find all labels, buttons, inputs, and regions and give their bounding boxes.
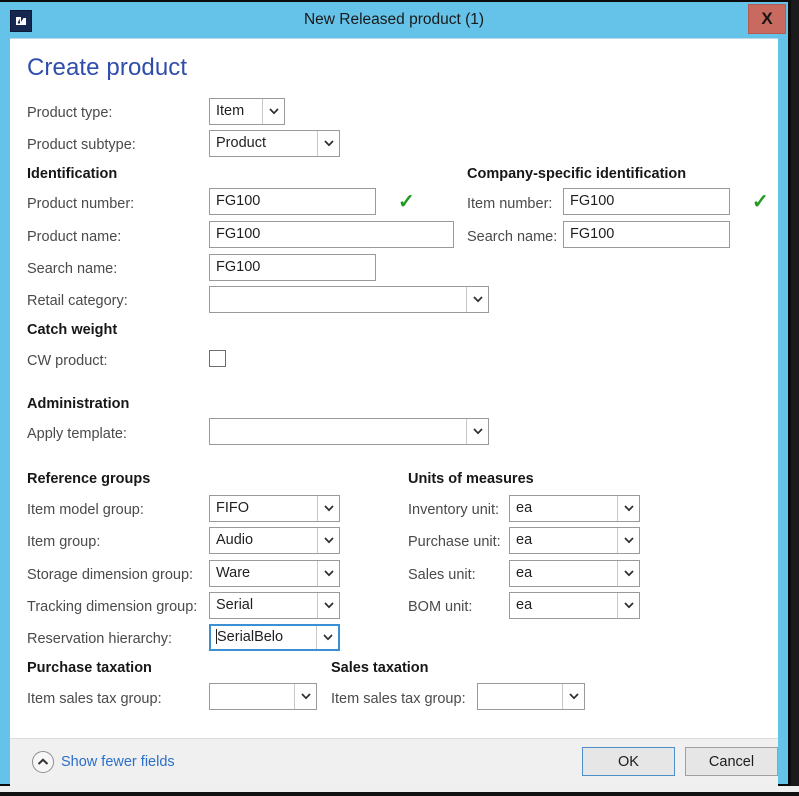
chevron-down-icon — [294, 684, 316, 709]
product-number-input[interactable]: FG100 — [209, 188, 376, 215]
bom-unit-combo[interactable]: ea — [509, 592, 640, 619]
tracking-dimension-group-value: Serial — [216, 597, 254, 613]
storage-dimension-group-combo[interactable]: Ware — [209, 560, 340, 587]
sales-taxation-heading: Sales taxation — [331, 660, 429, 676]
company-identification-heading: Company-specific identification — [467, 166, 687, 182]
product-subtype-value: Product — [216, 135, 266, 151]
chevron-down-icon — [466, 287, 488, 312]
cancel-button[interactable]: Cancel — [685, 747, 778, 776]
item-model-group-value: FIFO — [216, 500, 250, 516]
units-of-measures-heading: Units of measures — [408, 471, 534, 487]
page-title: Create product — [27, 54, 188, 81]
chevron-up-circle-icon — [32, 751, 54, 773]
tracking-dimension-group-label: Tracking dimension group: — [27, 599, 198, 615]
item-group-value: Audio — [216, 532, 254, 548]
chevron-down-icon — [617, 496, 639, 521]
purchase-unit-label: Purchase unit: — [408, 534, 501, 550]
product-type-value: Item — [216, 103, 245, 119]
search-name-label: Search name: — [27, 261, 118, 277]
inventory-unit-value: ea — [516, 500, 533, 516]
bom-unit-value: ea — [516, 597, 533, 613]
show-fewer-fields-button[interactable]: Show fewer fields — [32, 749, 175, 775]
tracking-dimension-group-combo[interactable]: Serial — [209, 592, 340, 619]
storage-dimension-group-label: Storage dimension group: — [27, 567, 194, 583]
show-fewer-fields-label: Show fewer fields — [61, 754, 175, 770]
inventory-unit-combo[interactable]: ea — [509, 495, 640, 522]
purchase-unit-combo[interactable]: ea — [509, 527, 640, 554]
ok-button[interactable]: OK — [582, 747, 675, 776]
product-type-combo[interactable]: Item — [209, 98, 285, 125]
sales-unit-label: Sales unit: — [408, 567, 476, 583]
bom-unit-label: BOM unit: — [408, 599, 473, 615]
product-type-label: Product type: — [27, 105, 113, 121]
background-taskbar-line — [0, 792, 799, 796]
purchase-taxation-heading: Purchase taxation — [27, 660, 152, 676]
inventory-unit-label: Inventory unit: — [408, 502, 500, 518]
purchase-item-sales-tax-group-combo[interactable] — [209, 683, 317, 710]
chevron-down-icon — [562, 684, 584, 709]
apply-template-label: Apply template: — [27, 426, 127, 442]
chevron-down-icon — [617, 528, 639, 553]
catch-weight-heading: Catch weight — [27, 322, 118, 338]
chevron-down-icon — [466, 419, 488, 444]
background-page-sliver — [0, 786, 799, 796]
chevron-down-icon — [317, 561, 339, 586]
cw-product-label: CW product: — [27, 353, 108, 369]
apply-template-combo[interactable] — [209, 418, 489, 445]
company-search-name-label: Search name: — [467, 229, 558, 245]
sales-item-sales-tax-group-label: Item sales tax group: — [331, 691, 466, 707]
dialog-titlebar[interactable]: New Released product (1) X — [0, 2, 788, 38]
storage-dimension-group-value: Ware — [216, 565, 251, 581]
new-released-product-dialog: New Released product (1) X Create produc… — [0, 0, 791, 786]
retail-category-label: Retail category: — [27, 293, 128, 309]
cw-product-checkbox[interactable] — [209, 350, 226, 367]
dialog-body: Create product Product type: Item Produc… — [10, 38, 778, 738]
chevron-down-icon — [617, 561, 639, 586]
close-icon[interactable]: X — [748, 4, 786, 34]
item-group-combo[interactable]: Audio — [209, 527, 340, 554]
product-subtype-combo[interactable]: Product — [209, 130, 340, 157]
chevron-down-icon — [262, 99, 284, 124]
reservation-hierarchy-combo[interactable]: SerialBelo — [209, 624, 340, 651]
chevron-down-icon — [316, 626, 338, 649]
item-group-label: Item group: — [27, 534, 101, 550]
identification-heading: Identification — [27, 166, 118, 182]
reservation-hierarchy-label: Reservation hierarchy: — [27, 631, 173, 647]
dialog-footer: Show fewer fields OK Cancel — [10, 738, 778, 786]
chevron-down-icon — [317, 496, 339, 521]
retail-category-combo[interactable] — [209, 286, 489, 313]
search-name-input[interactable]: FG100 — [209, 254, 376, 281]
item-number-valid-icon: ✓ — [752, 191, 769, 213]
sales-item-sales-tax-group-combo[interactable] — [477, 683, 585, 710]
product-name-label: Product name: — [27, 229, 122, 245]
chevron-down-icon — [617, 593, 639, 618]
product-number-valid-icon: ✓ — [398, 191, 415, 213]
item-model-group-label: Item model group: — [27, 502, 144, 518]
chevron-down-icon — [317, 131, 339, 156]
window-title: New Released product (1) — [303, 11, 485, 28]
reference-groups-heading: Reference groups — [27, 471, 151, 487]
sales-unit-combo[interactable]: ea — [509, 560, 640, 587]
item-model-group-combo[interactable]: FIFO — [209, 495, 340, 522]
reservation-hierarchy-value: SerialBelo — [216, 629, 284, 645]
chevron-down-icon — [317, 593, 339, 618]
purchase-item-sales-tax-group-label: Item sales tax group: — [27, 691, 162, 707]
product-number-label: Product number: — [27, 196, 135, 212]
item-number-label: Item number: — [467, 196, 553, 212]
product-name-input[interactable]: FG100 — [209, 221, 454, 248]
chevron-down-icon — [317, 528, 339, 553]
administration-heading: Administration — [27, 396, 130, 412]
item-number-input[interactable]: FG100 — [563, 188, 730, 215]
sales-unit-value: ea — [516, 565, 533, 581]
company-search-name-input[interactable]: FG100 — [563, 221, 730, 248]
purchase-unit-value: ea — [516, 532, 533, 548]
product-subtype-label: Product subtype: — [27, 137, 136, 153]
